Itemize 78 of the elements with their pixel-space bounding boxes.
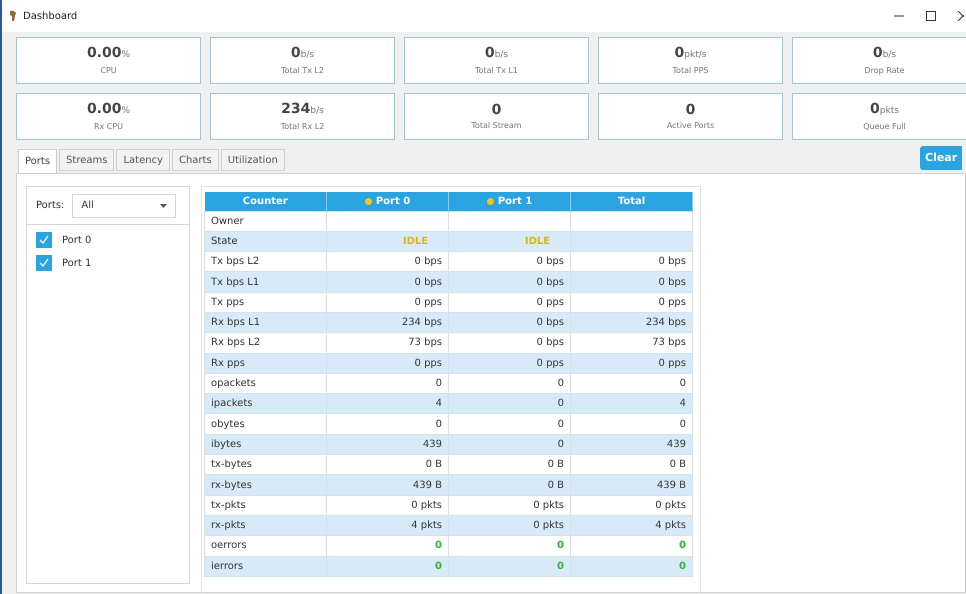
stat-value: 234b/s	[281, 100, 324, 119]
table-cell: 0	[326, 556, 448, 576]
table-cell: 0	[326, 536, 448, 556]
table-cell: 0 B	[448, 474, 570, 496]
table-cell: 0 pkts	[448, 495, 570, 516]
table-cell: 0	[448, 414, 570, 434]
ports-label: Ports:	[36, 199, 64, 213]
column-header: Counter	[204, 192, 326, 211]
stat-value: 0.00%	[86, 100, 130, 119]
stat-label: CPU	[100, 65, 117, 77]
ports-dropdown[interactable]: All	[72, 194, 176, 218]
table-cell: 0 pps	[570, 292, 692, 312]
table-cell: 0	[326, 414, 448, 434]
close-icon[interactable]	[958, 11, 964, 21]
table-cell: 0 bps	[326, 272, 448, 292]
stat-label: Total Tx L1	[475, 65, 518, 77]
stat-value: 0	[492, 101, 502, 118]
table-cell: 0 pkts	[570, 495, 692, 516]
table-cell: 0	[570, 536, 692, 556]
tab[interactable]: Utilization	[220, 149, 285, 171]
tab[interactable]: Latency	[116, 149, 170, 171]
table-cell: 0 bps	[448, 332, 570, 354]
checkbox[interactable]	[36, 255, 52, 271]
table-cell: 0	[448, 556, 570, 576]
table-cell: 0 bps	[448, 272, 570, 292]
table-cell: 0	[570, 556, 692, 576]
stat-label: Total Stream	[471, 120, 522, 132]
table-cell: Owner	[204, 211, 326, 232]
table-cell: 73 bps	[326, 332, 448, 354]
stat-label: Drop Rate	[864, 65, 905, 77]
table-cell: 0	[448, 536, 570, 556]
column-header: Port 0	[326, 192, 448, 211]
port-label: Port 0	[62, 234, 92, 248]
table-cell: 0	[570, 414, 692, 434]
checkbox[interactable]	[36, 232, 52, 248]
table-cell: Tx bps L1	[204, 272, 326, 292]
table-cell: 0 pkts	[326, 495, 448, 516]
tab[interactable]: Charts	[172, 149, 219, 171]
table-cell: oerrors	[204, 536, 326, 556]
table-cell: 0 pps	[570, 353, 692, 374]
stat-value: 0	[686, 101, 696, 118]
stat-label: Rx CPU	[94, 121, 124, 133]
table-cell: 73 bps	[570, 332, 692, 354]
table-cell: obytes	[204, 414, 326, 434]
stat-label: Queue Full	[863, 121, 906, 133]
port-label: Port 1	[62, 256, 92, 270]
stat-label: Total Rx L2	[280, 121, 324, 133]
tab[interactable]: Streams	[59, 149, 114, 171]
window-title: Dashboard	[23, 10, 78, 24]
stat-label: Total Tx L2	[281, 65, 324, 77]
caret-icon	[160, 204, 168, 208]
table-cell: Tx pps	[204, 292, 326, 312]
table-cell: 0 pps	[326, 292, 448, 312]
table-cell: tx-pkts	[204, 495, 326, 516]
stat-value: 0b/s	[290, 44, 314, 63]
table-cell: 0 pps	[448, 353, 570, 374]
table-cell: Rx bps L2	[204, 332, 326, 354]
stat-value: 0pkt/s	[674, 44, 706, 63]
stat-value: 0.00%	[86, 44, 130, 63]
table-cell: 439 B	[326, 474, 448, 496]
app-icon	[8, 10, 18, 22]
stat-value: 0b/s	[484, 44, 508, 63]
tab[interactable]: Ports	[18, 149, 58, 173]
table-cell: 0 bps	[570, 272, 692, 292]
stat-label: Total PPS	[672, 65, 708, 77]
stat-value: 0b/s	[872, 44, 896, 63]
minimize-icon[interactable]	[894, 15, 904, 17]
table-cell: 0 pps	[326, 353, 448, 374]
table-cell: 439 B	[570, 474, 692, 496]
table-cell: Rx pps	[204, 353, 326, 374]
column-header: Total	[570, 192, 692, 211]
maximize-icon[interactable]	[926, 11, 936, 21]
stat-value: 0pkts	[870, 100, 899, 119]
stat-label: Active Ports	[666, 120, 714, 132]
table-cell: rx-bytes	[204, 474, 326, 496]
table-cell: ierrors	[204, 556, 326, 576]
column-header: Port 1	[448, 192, 570, 211]
table-cell: 0 pps	[448, 292, 570, 312]
